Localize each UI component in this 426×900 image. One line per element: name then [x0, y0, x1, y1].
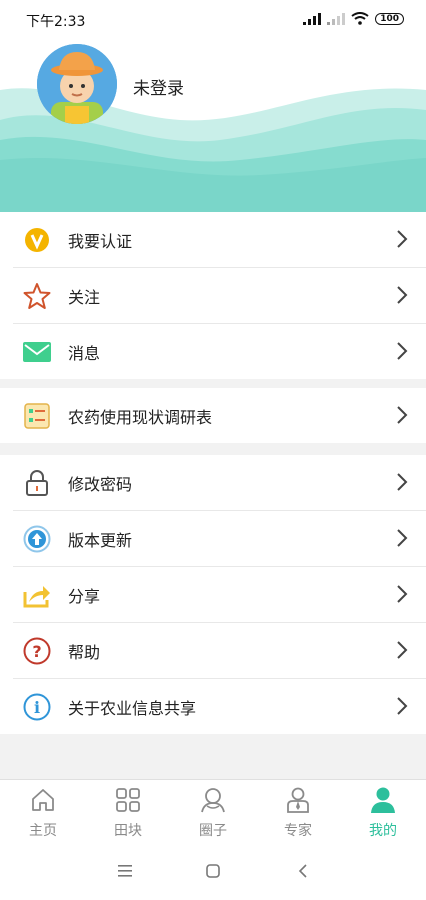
menu-group-account: 我要认证 关注 消息: [0, 212, 426, 379]
farmer-avatar-icon: [37, 44, 117, 124]
menu-item-follow[interactable]: 关注: [13, 268, 426, 324]
status-time: 下午2:33: [26, 14, 86, 30]
tab-fields[interactable]: 田块: [98, 786, 158, 840]
svg-text:?: ?: [32, 642, 41, 661]
svg-text:i: i: [34, 698, 40, 717]
menu-label: 关注: [68, 287, 101, 307]
back-icon[interactable]: [298, 864, 308, 878]
chevron-right-icon: [397, 697, 408, 715]
chevron-right-icon: [397, 585, 408, 603]
menu-item-help[interactable]: ? 帮助: [13, 623, 426, 679]
battery-indicator: 100: [375, 12, 404, 25]
tab-label: 田块: [114, 823, 142, 839]
menu-item-messages[interactable]: 消息: [13, 324, 426, 379]
menu-item-survey[interactable]: 农药使用现状调研表: [13, 388, 426, 443]
menu-group-survey: 农药使用现状调研表: [0, 388, 426, 443]
menu-label: 分享: [68, 586, 101, 606]
home-icon: [32, 789, 54, 811]
info-icon: i: [22, 692, 52, 722]
tab-home[interactable]: 主页: [13, 786, 73, 840]
chevron-right-icon: [397, 641, 408, 659]
help-icon: ?: [22, 636, 52, 666]
expert-icon: [287, 787, 309, 813]
status-icons: 100: [303, 12, 404, 25]
person-icon: [371, 787, 395, 813]
system-nav-bar: [0, 843, 426, 900]
home-square-icon[interactable]: [206, 864, 220, 878]
menu-label: 消息: [68, 343, 101, 363]
lock-icon: [22, 468, 52, 498]
tab-label: 专家: [284, 823, 312, 839]
upload-icon: [22, 524, 52, 554]
menu-item-verify[interactable]: 我要认证: [13, 212, 426, 268]
wifi-icon: [351, 12, 369, 25]
tab-expert[interactable]: 专家: [268, 786, 328, 840]
menu-label: 我要认证: [68, 231, 133, 251]
chevron-right-icon: [397, 286, 408, 304]
menu-item-share[interactable]: 分享: [13, 567, 426, 623]
menu-item-change-password[interactable]: 修改密码: [13, 455, 426, 511]
menu-label: 关于农业信息共享: [68, 698, 197, 718]
chevron-right-icon: [397, 342, 408, 360]
chevron-right-icon: [397, 529, 408, 547]
tab-label: 主页: [29, 823, 57, 839]
status-bar: 下午2:33 100: [0, 0, 426, 40]
chevron-right-icon: [397, 473, 408, 491]
chevron-right-icon: [397, 230, 408, 248]
menu-icon[interactable]: [118, 865, 132, 877]
login-status[interactable]: 未登录: [133, 74, 184, 99]
tab-label: 圈子: [199, 823, 227, 839]
menu-item-about[interactable]: i 关于农业信息共享: [13, 679, 426, 734]
verify-icon: [22, 225, 52, 255]
mail-icon: [22, 337, 52, 367]
tab-circle[interactable]: 圈子: [183, 786, 243, 840]
avatar[interactable]: [37, 44, 117, 124]
tab-mine[interactable]: 我的: [353, 786, 413, 840]
menu-item-version-update[interactable]: 版本更新: [13, 511, 426, 567]
star-icon: [22, 281, 52, 311]
profile-header: 未登录: [0, 40, 426, 212]
survey-icon: [22, 401, 52, 431]
menu-group-settings: 修改密码 版本更新 分享 ? 帮助 i 关于农业信息共享: [0, 455, 426, 734]
grid-icon: [116, 788, 140, 812]
menu-label: 版本更新: [68, 530, 133, 550]
circle-icon: [201, 788, 225, 813]
menu-label: 农药使用现状调研表: [68, 407, 213, 427]
menu-label: 修改密码: [68, 474, 133, 494]
menu-label: 帮助: [68, 642, 101, 662]
signal-weak-icon: [327, 12, 346, 25]
share-icon: [22, 580, 52, 610]
tab-label: 我的: [369, 823, 397, 839]
signal-icon: [303, 12, 322, 25]
chevron-right-icon: [397, 406, 408, 424]
bottom-nav: 主页 田块 圈子 专家 我的: [0, 779, 426, 844]
